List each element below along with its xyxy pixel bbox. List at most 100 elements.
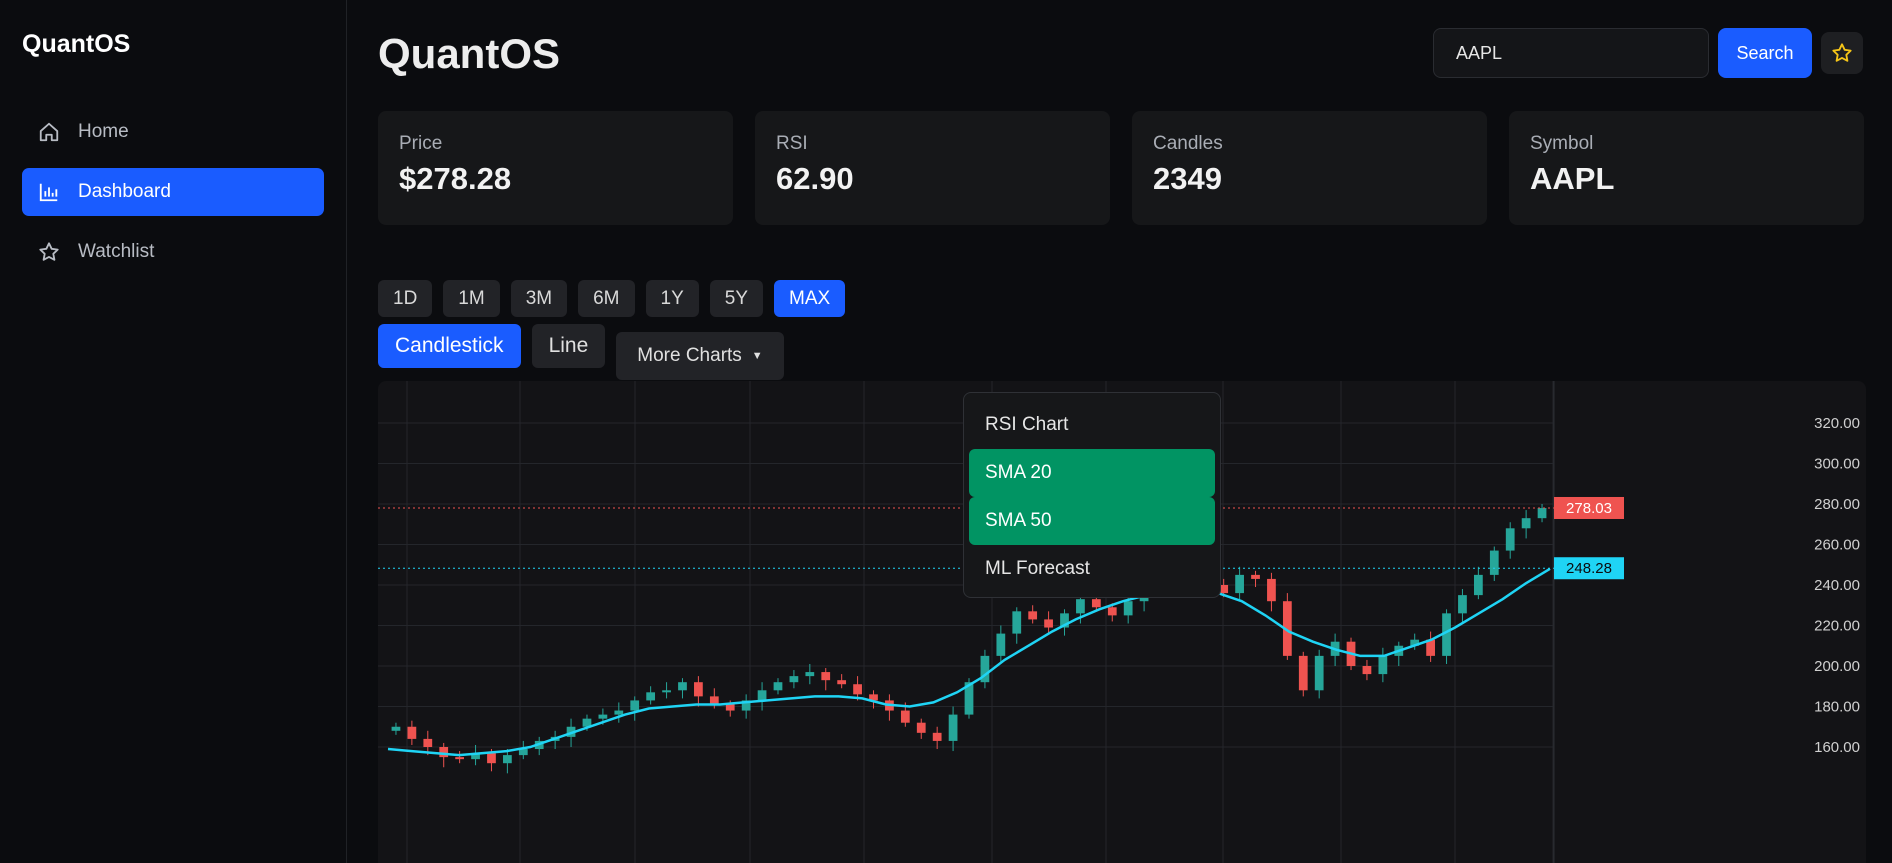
candle-body bbox=[1489, 550, 1499, 575]
candle-body bbox=[1028, 611, 1038, 620]
sidebar-item-label: Home bbox=[78, 121, 129, 142]
candle-body bbox=[1076, 599, 1085, 614]
candle-body bbox=[757, 690, 767, 701]
favorite-button[interactable] bbox=[1821, 32, 1863, 74]
sidebar-item-label: Watchlist bbox=[78, 241, 155, 262]
candle-body bbox=[1123, 601, 1133, 616]
home-icon bbox=[39, 122, 59, 142]
range-selector: 1D 1M 3M 6M 1Y 5Y MAX bbox=[378, 280, 856, 317]
candle-body bbox=[423, 738, 433, 747]
brand-logo: QuantOS bbox=[22, 30, 131, 58]
candle-body bbox=[932, 732, 942, 741]
menu-item-sma-50[interactable]: SMA 50 bbox=[969, 497, 1215, 545]
more-charts-menu: RSI Chart SMA 20 SMA 50 ML Forecast bbox=[963, 392, 1221, 598]
candle-body bbox=[948, 714, 958, 741]
bar-chart-icon bbox=[39, 183, 58, 202]
candle-body bbox=[1012, 611, 1022, 634]
symbol-card: Symbol AAPL bbox=[1509, 111, 1864, 225]
candle-body bbox=[1314, 655, 1324, 691]
stat-value: 2349 bbox=[1153, 161, 1222, 196]
y-tick-label: 160.00 bbox=[1814, 739, 1860, 756]
stat-label: Candles bbox=[1153, 133, 1223, 154]
candle-body bbox=[407, 726, 417, 739]
candle-body bbox=[1362, 666, 1372, 675]
sidebar-item-dashboard[interactable]: Dashboard bbox=[22, 168, 324, 216]
candle-body bbox=[789, 676, 799, 683]
candle-body bbox=[1267, 578, 1276, 602]
candle-body bbox=[1505, 528, 1515, 551]
search-input[interactable] bbox=[1433, 28, 1709, 78]
candles-card: Candles 2349 bbox=[1132, 111, 1487, 225]
y-tick-label: 180.00 bbox=[1814, 699, 1860, 716]
candle-body bbox=[694, 682, 703, 697]
candle-body bbox=[391, 726, 401, 731]
sidebar-item-watchlist[interactable]: Watchlist bbox=[22, 228, 324, 276]
candle-body bbox=[1521, 518, 1531, 529]
range-button-6m[interactable]: 6M bbox=[578, 280, 635, 317]
candle-body bbox=[773, 682, 783, 691]
candle-body bbox=[1251, 574, 1260, 579]
candle-body bbox=[725, 704, 735, 711]
candle-body bbox=[821, 672, 831, 681]
candle-body bbox=[1044, 619, 1053, 628]
y-tick-label: 200.00 bbox=[1814, 658, 1860, 675]
candle-body bbox=[805, 672, 815, 677]
range-button-max[interactable]: MAX bbox=[774, 280, 846, 317]
candle-body bbox=[1537, 508, 1547, 519]
chart-type-selector: Candlestick Line More Charts ▼ bbox=[378, 324, 784, 380]
candle-body bbox=[900, 710, 910, 723]
stat-label: Price bbox=[399, 133, 443, 154]
stat-label: RSI bbox=[776, 133, 808, 154]
candle-body bbox=[662, 690, 671, 693]
candle-body bbox=[646, 692, 656, 701]
stat-label: Symbol bbox=[1530, 133, 1594, 154]
y-tick-label: 220.00 bbox=[1814, 618, 1860, 635]
range-button-3m[interactable]: 3M bbox=[510, 280, 568, 317]
stat-value: AAPL bbox=[1530, 161, 1615, 196]
candle-body bbox=[1235, 574, 1244, 594]
candle-body bbox=[1458, 595, 1467, 614]
candle-body bbox=[503, 755, 512, 764]
candlestick-button[interactable]: Candlestick bbox=[378, 324, 521, 368]
stat-value: $278.28 bbox=[399, 161, 512, 196]
menu-item-ml-forecast[interactable]: ML Forecast bbox=[969, 545, 1215, 593]
candle-body bbox=[598, 714, 608, 719]
range-button-1d[interactable]: 1D bbox=[378, 280, 433, 317]
candle-body bbox=[853, 684, 862, 695]
y-tick-label: 240.00 bbox=[1814, 577, 1860, 594]
y-tick-label: 260.00 bbox=[1814, 537, 1860, 554]
candle-body bbox=[630, 700, 640, 711]
rsi-card: RSI 62.90 bbox=[755, 111, 1110, 225]
stat-value: 62.90 bbox=[776, 161, 854, 196]
y-tick-label: 280.00 bbox=[1814, 496, 1860, 513]
y-tick-label: 300.00 bbox=[1814, 456, 1860, 473]
candle-body bbox=[678, 682, 687, 691]
menu-item-rsi-chart[interactable]: RSI Chart bbox=[969, 401, 1215, 449]
sidebar-nav: Home Dashboard Watchlist bbox=[22, 108, 324, 288]
range-button-1y[interactable]: 1Y bbox=[645, 280, 699, 317]
range-button-1m[interactable]: 1M bbox=[443, 280, 500, 317]
candle-body bbox=[487, 753, 496, 764]
caret-down-icon: ▼ bbox=[751, 350, 763, 362]
candle-body bbox=[1107, 607, 1117, 616]
sma-price-label: 248.28 bbox=[1566, 560, 1612, 577]
candle-body bbox=[614, 710, 624, 715]
search-button[interactable]: Search bbox=[1718, 28, 1812, 78]
sidebar-item-label: Dashboard bbox=[78, 181, 171, 202]
line-button[interactable]: Line bbox=[531, 324, 606, 368]
more-charts-dropdown[interactable]: More Charts ▼ bbox=[616, 332, 784, 380]
sidebar-item-home[interactable]: Home bbox=[22, 108, 324, 156]
star-icon bbox=[1832, 43, 1852, 62]
price-card: Price $278.28 bbox=[378, 111, 733, 225]
candle-body bbox=[837, 680, 847, 685]
candle-body bbox=[1091, 599, 1101, 608]
range-button-5y[interactable]: 5Y bbox=[709, 280, 764, 317]
candle-body bbox=[1473, 574, 1483, 596]
more-charts-label: More Charts bbox=[637, 345, 742, 366]
last-price-label: 278.03 bbox=[1566, 500, 1612, 517]
candle-body bbox=[996, 633, 1006, 656]
star-icon bbox=[39, 242, 59, 261]
menu-item-sma-20[interactable]: SMA 20 bbox=[969, 449, 1215, 497]
candle-body bbox=[439, 747, 449, 758]
y-tick-label: 320.00 bbox=[1814, 415, 1860, 432]
